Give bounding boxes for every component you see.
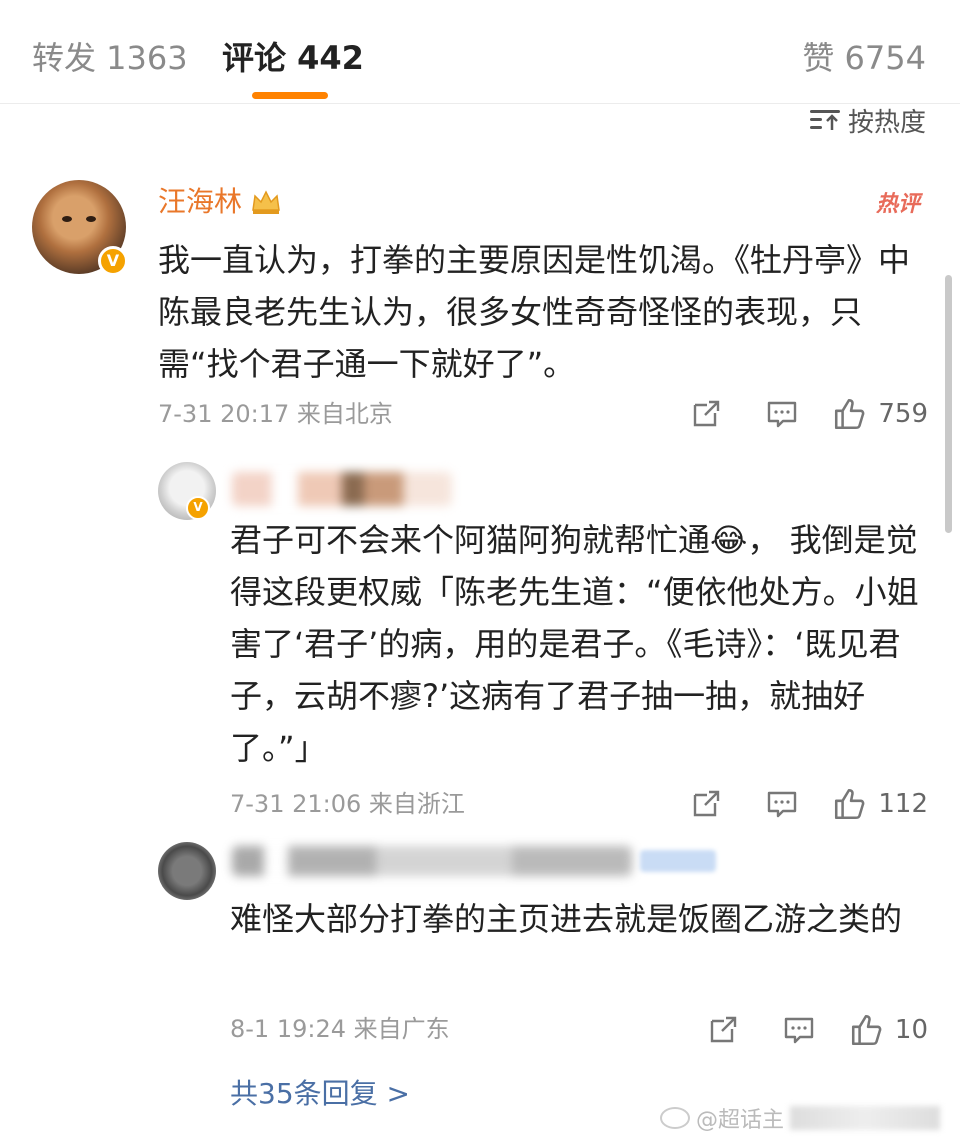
comment-text: 我一直认为，打拳的主要原因是性饥渴。《牡丹亭》中陈最良老先生认为，很多女性奇奇怪… bbox=[158, 241, 911, 383]
watermark-text: @超话主 bbox=[695, 1108, 784, 1133]
tab-like[interactable]: 赞 6754 bbox=[802, 36, 926, 80]
watermark: @超话主 bbox=[659, 1102, 940, 1134]
reply-meta: 8-1 19:24 来自广东 bbox=[230, 1012, 450, 1046]
reply-text: 君子可不会来个阿猫阿狗就帮忙通😂， 我倒是觉得这段更权威「陈老先生道：“便依他处… bbox=[230, 521, 919, 767]
sort-icon bbox=[809, 108, 840, 132]
reply-actions: 10 bbox=[667, 1010, 928, 1050]
thumbs-up-icon bbox=[835, 398, 865, 430]
comment-username[interactable]: 汪海林 bbox=[158, 182, 282, 222]
tab-bar: 转发 1363 评论 442 赞 6754 bbox=[0, 0, 960, 104]
verified-badge: V bbox=[186, 496, 210, 520]
like-button[interactable]: 10 bbox=[849, 1012, 928, 1048]
share-icon[interactable] bbox=[703, 1010, 743, 1050]
reply-location: 来自广东 bbox=[353, 1015, 450, 1043]
weibo-eye-icon bbox=[659, 1107, 690, 1129]
scrollbar[interactable] bbox=[945, 275, 952, 533]
like-count: 112 bbox=[878, 789, 928, 819]
comment-meta: 7-31 20:17 来自北京 bbox=[158, 397, 393, 431]
reply-username-redacted[interactable] bbox=[232, 472, 452, 506]
verified-badge: V bbox=[98, 246, 128, 276]
sort-label: 按热度 bbox=[847, 107, 926, 138]
like-button[interactable]: 759 bbox=[832, 396, 928, 432]
active-tab-indicator bbox=[252, 92, 328, 99]
like-count: 759 bbox=[878, 399, 928, 429]
tab-repost[interactable]: 转发 1363 bbox=[32, 36, 188, 80]
comment-location: 来自北京 bbox=[296, 400, 393, 428]
comment-icon[interactable] bbox=[762, 784, 802, 824]
share-icon[interactable] bbox=[686, 394, 726, 434]
reply-actions: 112 bbox=[650, 784, 928, 824]
share-icon[interactable] bbox=[686, 784, 726, 824]
comment-icon[interactable] bbox=[779, 1010, 819, 1050]
hot-comment-tag: 热评 bbox=[875, 192, 920, 217]
reply-time: 7-31 21:06 bbox=[230, 790, 362, 818]
sort-by-hot-button[interactable]: 按热度 bbox=[809, 102, 926, 138]
reply-time: 8-1 19:24 bbox=[230, 1015, 346, 1043]
reply-username-redacted[interactable] bbox=[232, 846, 632, 876]
watermark-redacted bbox=[790, 1106, 940, 1130]
view-more-replies-link[interactable]: 共35条回复 > bbox=[230, 1074, 410, 1114]
thumbs-up-icon bbox=[835, 788, 865, 820]
thumbs-up-icon bbox=[851, 1014, 882, 1046]
like-button[interactable]: 112 bbox=[832, 786, 928, 822]
comment-icon[interactable] bbox=[762, 394, 802, 434]
reply-badge-redacted bbox=[640, 850, 716, 872]
reply-avatar[interactable] bbox=[158, 842, 216, 900]
reply-text: 难怪大部分打拳的主页进去就是饭圈乙游之类的 bbox=[230, 900, 903, 938]
crown-icon bbox=[252, 190, 280, 214]
reply-meta: 7-31 21:06 来自浙江 bbox=[230, 787, 465, 821]
like-count: 10 bbox=[894, 1015, 928, 1045]
reply-location: 来自浙江 bbox=[368, 790, 465, 818]
tab-comment[interactable]: 评论 442 bbox=[222, 36, 364, 80]
comment-time: 7-31 20:17 bbox=[158, 400, 290, 428]
comment-actions: 759 bbox=[650, 394, 928, 434]
username-label: 汪海林 bbox=[158, 185, 243, 218]
